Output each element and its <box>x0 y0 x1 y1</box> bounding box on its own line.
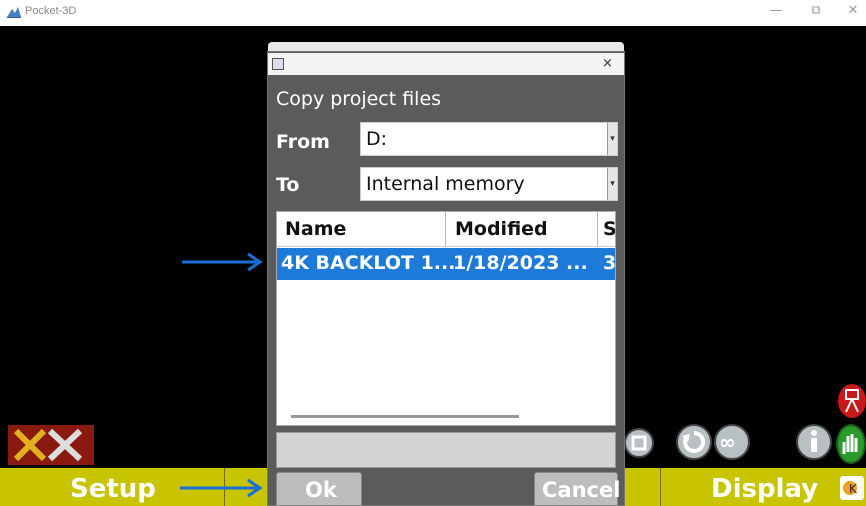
dialog-heading: Copy project files <box>276 88 442 110</box>
column-divider[interactable] <box>445 212 446 246</box>
survey-status-icon[interactable] <box>8 425 94 465</box>
setup-label: Setup <box>70 474 156 504</box>
pocket-3d-app-icon <box>7 7 21 18</box>
close-button[interactable]: ✕ <box>843 3 863 18</box>
dialog-titlebar <box>268 53 624 75</box>
column-header-modified[interactable]: Modified <box>455 218 548 240</box>
chevron-down-icon[interactable]: ▾ <box>607 123 617 155</box>
horizontal-scrollbar[interactable] <box>291 415 519 418</box>
to-label: To <box>276 174 300 196</box>
hand-icon[interactable] <box>836 424 866 464</box>
svg-text:∞: ∞ <box>719 430 736 454</box>
ok-button[interactable]: Ok <box>276 472 362 506</box>
infinity-icon[interactable]: ∞ <box>714 424 750 460</box>
window-title: Pocket-3D <box>25 5 77 17</box>
svg-text:K: K <box>849 482 858 496</box>
display-button[interactable]: Display <box>661 468 841 506</box>
from-value: D: <box>366 128 388 150</box>
list-header: Name Modified S <box>277 212 615 247</box>
chevron-down-icon[interactable]: ▾ <box>607 168 617 200</box>
cancel-label: Cancel <box>542 478 621 502</box>
from-label: From <box>276 131 330 153</box>
arrow-annotation-ok <box>180 478 263 498</box>
info-icon[interactable] <box>796 424 832 460</box>
column-header-name[interactable]: Name <box>285 218 346 240</box>
minimize-button[interactable]: — <box>766 3 786 18</box>
status-field <box>276 432 616 468</box>
instrument-icon[interactable] <box>838 384 866 418</box>
4k-logo-icon: K <box>840 476 864 500</box>
dialog-close-button[interactable]: × <box>602 56 613 71</box>
dialog-window-icon <box>272 58 284 70</box>
list-row-selected[interactable]: 4K BACKLOT 1... 1/18/2023 ... 3 <box>277 248 615 280</box>
row-name: 4K BACKLOT 1... <box>281 252 456 274</box>
to-select[interactable]: Internal memory ▾ <box>360 167 618 201</box>
restore-button[interactable]: ⧉ <box>806 3 826 18</box>
project-file-list[interactable]: Name Modified S 4K BACKLOT 1... 1/18/202… <box>276 211 616 426</box>
display-label: Display <box>711 474 819 504</box>
to-value: Internal memory <box>366 173 525 195</box>
from-select[interactable]: D: ▾ <box>360 122 618 156</box>
ok-label: Ok <box>305 478 337 502</box>
column-divider[interactable] <box>597 212 598 246</box>
stop-icon[interactable] <box>624 428 654 458</box>
rotate-icon[interactable] <box>676 424 712 460</box>
window-titlebar: Pocket-3D — ⧉ ✕ <box>0 0 866 26</box>
cancel-button[interactable]: Cancel <box>534 472 621 506</box>
column-header-size[interactable]: S <box>603 218 615 240</box>
row-modified: 1/18/2023 ... <box>453 252 588 274</box>
arrow-annotation-row <box>182 252 263 272</box>
row-size: 3 <box>603 252 616 274</box>
